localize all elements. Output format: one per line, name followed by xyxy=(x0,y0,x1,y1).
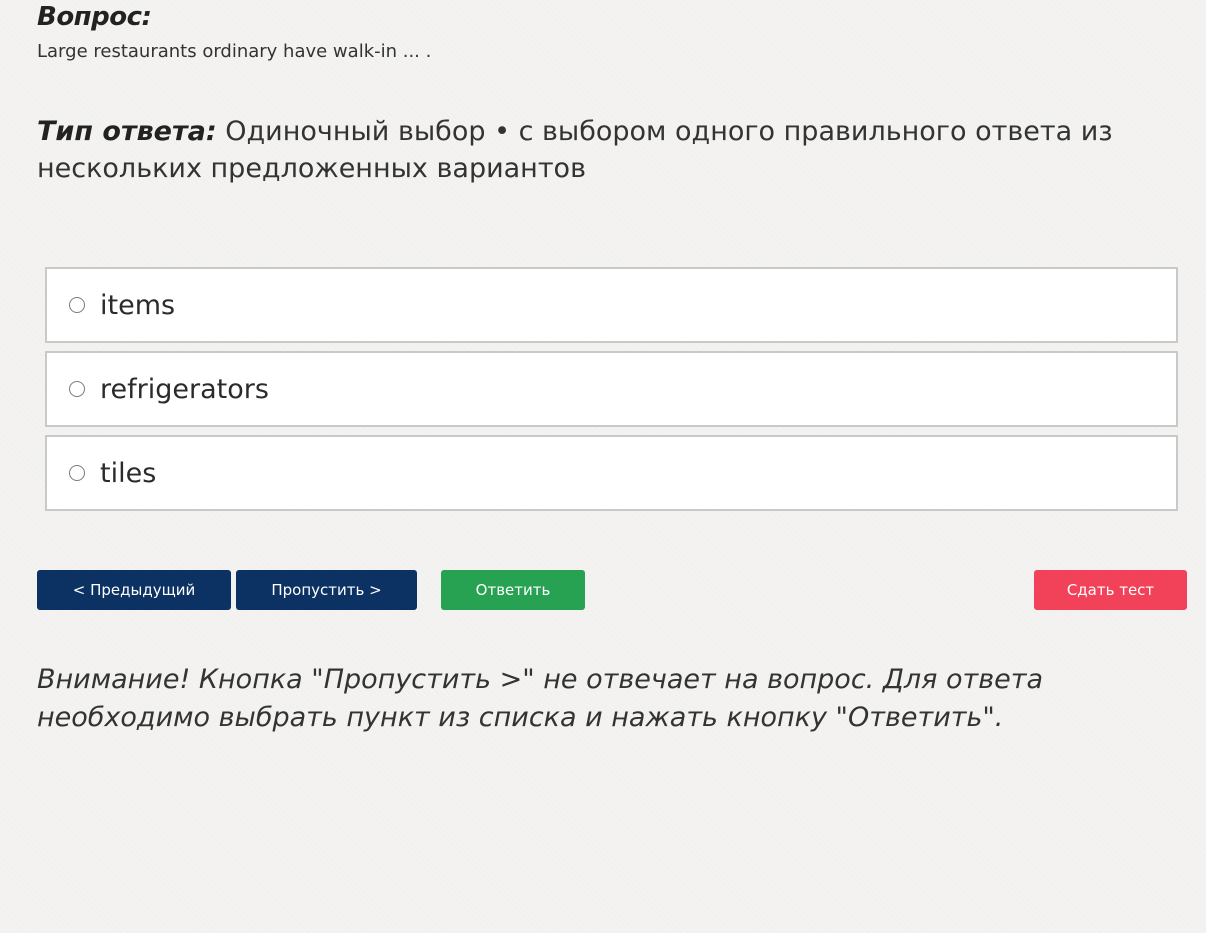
option-tiles[interactable]: tiles xyxy=(45,435,1178,511)
question-heading: Вопрос: xyxy=(37,2,152,32)
option-label: items xyxy=(100,289,176,321)
answer-button[interactable]: Ответить xyxy=(441,570,585,610)
previous-button[interactable]: < Предыдущий xyxy=(37,570,231,610)
option-label: refrigerators xyxy=(100,373,269,405)
option-refrigerators[interactable]: refrigerators xyxy=(45,351,1178,427)
option-items[interactable]: items xyxy=(45,267,1178,343)
skip-button[interactable]: Пропустить > xyxy=(236,570,417,610)
question-text: Large restaurants ordinary have walk-in … xyxy=(37,41,432,62)
answer-type: Тип ответа: Одиночный выбор • с выбором … xyxy=(37,113,1137,187)
warning-note: Внимание! Кнопка "Пропустить >" не отвеч… xyxy=(37,664,1044,733)
options-list: items refrigerators tiles xyxy=(45,267,1178,519)
finish-test-button[interactable]: Сдать тест xyxy=(1034,570,1187,610)
option-label: tiles xyxy=(100,457,157,489)
answer-type-label: Тип ответа: xyxy=(37,116,217,147)
radio-button[interactable] xyxy=(69,465,85,481)
radio-button[interactable] xyxy=(69,381,85,397)
radio-button[interactable] xyxy=(69,297,85,313)
